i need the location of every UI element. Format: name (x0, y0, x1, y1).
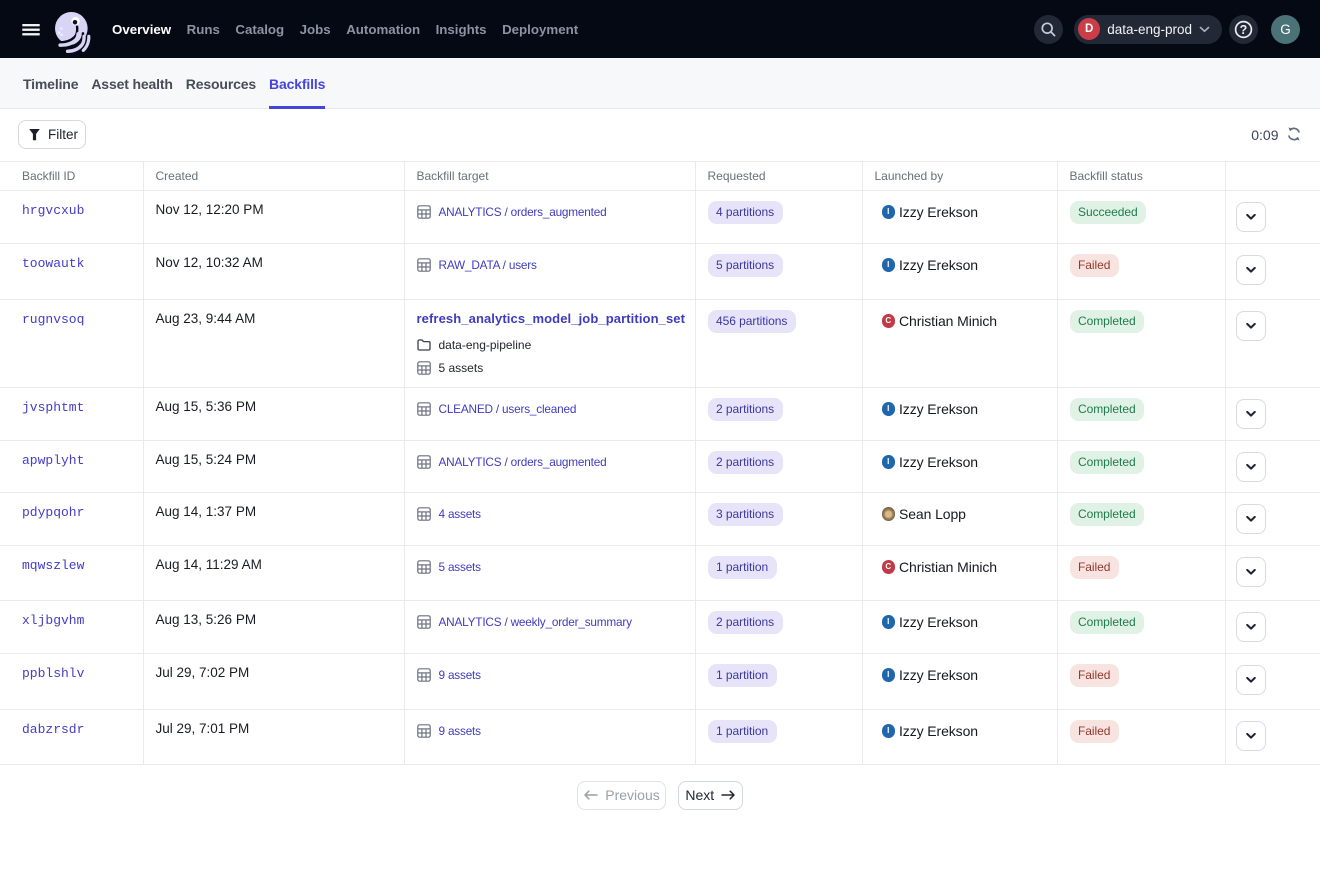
svg-text:?: ? (1240, 22, 1248, 36)
